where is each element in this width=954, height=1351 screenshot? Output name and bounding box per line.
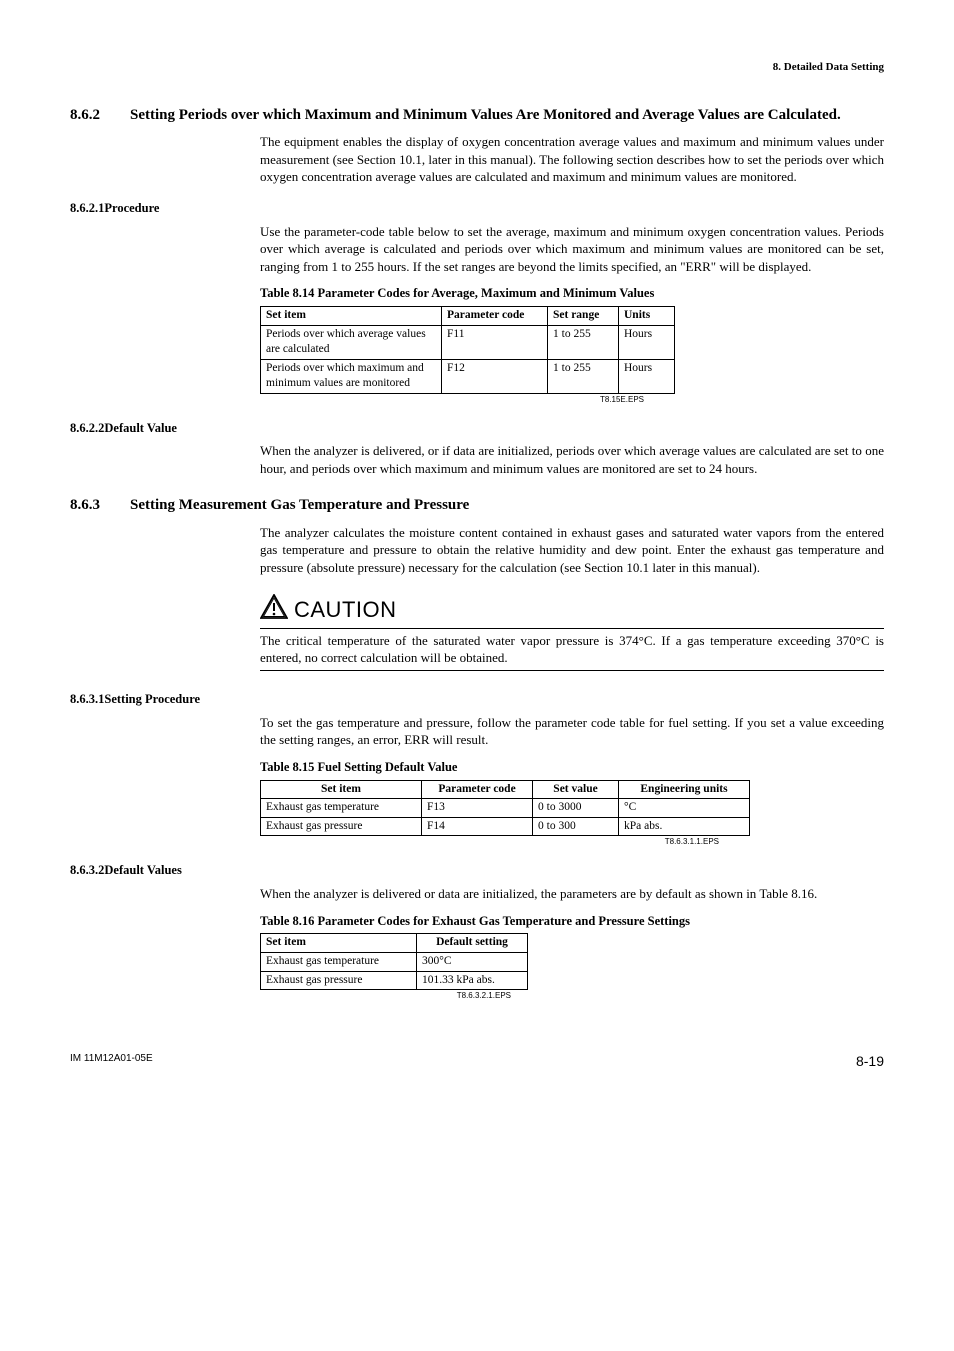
td: 1 to 255 <box>548 325 619 359</box>
td: 1 to 255 <box>548 359 619 393</box>
td: °C <box>619 799 750 818</box>
body-8631: To set the gas temperature and pressure,… <box>260 714 884 749</box>
heading-number: 8.6.3 <box>70 495 130 515</box>
caption-t814: Table 8.14 Parameter Codes for Average, … <box>260 285 884 302</box>
td: Exhaust gas temperature <box>261 953 417 972</box>
td: Hours <box>619 359 675 393</box>
heading-title: Default Value <box>104 421 177 435</box>
table-row: Periods over which average values are ca… <box>261 325 675 359</box>
heading-title: Default Values <box>104 863 181 877</box>
heading-title: Setting Periods over which Maximum and M… <box>130 105 841 125</box>
table-row: Periods over which maximum and minimum v… <box>261 359 675 393</box>
intro-863: The analyzer calculates the moisture con… <box>260 524 884 577</box>
heading-862: 8.6.2 Setting Periods over which Maximum… <box>70 105 884 125</box>
th: Parameter code <box>442 307 548 326</box>
table-814: Set item Parameter code Set range Units … <box>260 306 675 394</box>
heading-863: 8.6.3 Setting Measurement Gas Temperatur… <box>70 495 884 515</box>
td: 101.33 kPa abs. <box>417 971 528 990</box>
warning-triangle-icon <box>260 594 288 625</box>
divider <box>260 670 884 671</box>
td: Exhaust gas temperature <box>261 799 422 818</box>
caution-body: The critical temperature of the saturate… <box>260 632 884 667</box>
heading-title: Setting Procedure <box>104 692 200 706</box>
table-row: Exhaust gas temperature F13 0 to 3000 °C <box>261 799 750 818</box>
caption-t815: Table 8.15 Fuel Setting Default Value <box>260 759 884 776</box>
eps-label: T8.15E.EPS <box>260 395 644 406</box>
table-row: Exhaust gas pressure F14 0 to 300 kPa ab… <box>261 817 750 836</box>
th: Set range <box>548 307 619 326</box>
td: kPa abs. <box>619 817 750 836</box>
td: 0 to 3000 <box>533 799 619 818</box>
th: Set item <box>261 780 422 799</box>
td: F14 <box>422 817 533 836</box>
td: Exhaust gas pressure <box>261 971 417 990</box>
table-816: Set item Default setting Exhaust gas tem… <box>260 933 528 990</box>
caution-label: CAUTION <box>294 595 397 625</box>
td: F13 <box>422 799 533 818</box>
heading-number: 8.6.2.1 <box>70 201 104 215</box>
doc-id: IM 11M12A01-05E <box>70 1052 153 1071</box>
th: Default setting <box>417 934 528 953</box>
table-row: Exhaust gas temperature 300°C <box>261 953 528 972</box>
td: Exhaust gas pressure <box>261 817 422 836</box>
body-8621: Use the parameter-code table below to se… <box>260 223 884 276</box>
td: F11 <box>442 325 548 359</box>
td: 300°C <box>417 953 528 972</box>
heading-8631: 8.6.3.1Setting Procedure <box>70 691 884 708</box>
heading-8622: 8.6.2.2Default Value <box>70 420 884 437</box>
eps-label: T8.6.3.2.1.EPS <box>260 991 511 1002</box>
td: 0 to 300 <box>533 817 619 836</box>
eps-label: T8.6.3.1.1.EPS <box>260 837 719 848</box>
td: Hours <box>619 325 675 359</box>
heading-8632: 8.6.3.2Default Values <box>70 862 884 879</box>
td: Periods over which maximum and minimum v… <box>261 359 442 393</box>
body-8622: When the analyzer is delivered, or if da… <box>260 442 884 477</box>
th: Units <box>619 307 675 326</box>
heading-8621: 8.6.2.1Procedure <box>70 200 884 217</box>
page-number: 8-19 <box>856 1052 884 1071</box>
heading-number: 8.6.3.2 <box>70 863 104 877</box>
heading-number: 8.6.3.1 <box>70 692 104 706</box>
heading-number: 8.6.2 <box>70 105 130 125</box>
caption-t816: Table 8.16 Parameter Codes for Exhaust G… <box>260 913 884 930</box>
heading-number: 8.6.2.2 <box>70 421 104 435</box>
table-815: Set item Parameter code Set value Engine… <box>260 780 750 837</box>
heading-title: Setting Measurement Gas Temperature and … <box>130 495 469 515</box>
td: F12 <box>442 359 548 393</box>
heading-title: Procedure <box>104 201 159 215</box>
intro-862: The equipment enables the display of oxy… <box>260 133 884 186</box>
td: Periods over which average values are ca… <box>261 325 442 359</box>
caution-heading: CAUTION <box>260 594 884 625</box>
th: Set item <box>261 307 442 326</box>
divider <box>260 628 884 629</box>
th: Engineering units <box>619 780 750 799</box>
table-row: Exhaust gas pressure 101.33 kPa abs. <box>261 971 528 990</box>
body-8632: When the analyzer is delivered or data a… <box>260 885 884 903</box>
page-footer: IM 11M12A01-05E 8-19 <box>70 1052 884 1071</box>
th: Set item <box>261 934 417 953</box>
th: Parameter code <box>422 780 533 799</box>
th: Set value <box>533 780 619 799</box>
running-header: 8. Detailed Data Setting <box>70 60 884 75</box>
